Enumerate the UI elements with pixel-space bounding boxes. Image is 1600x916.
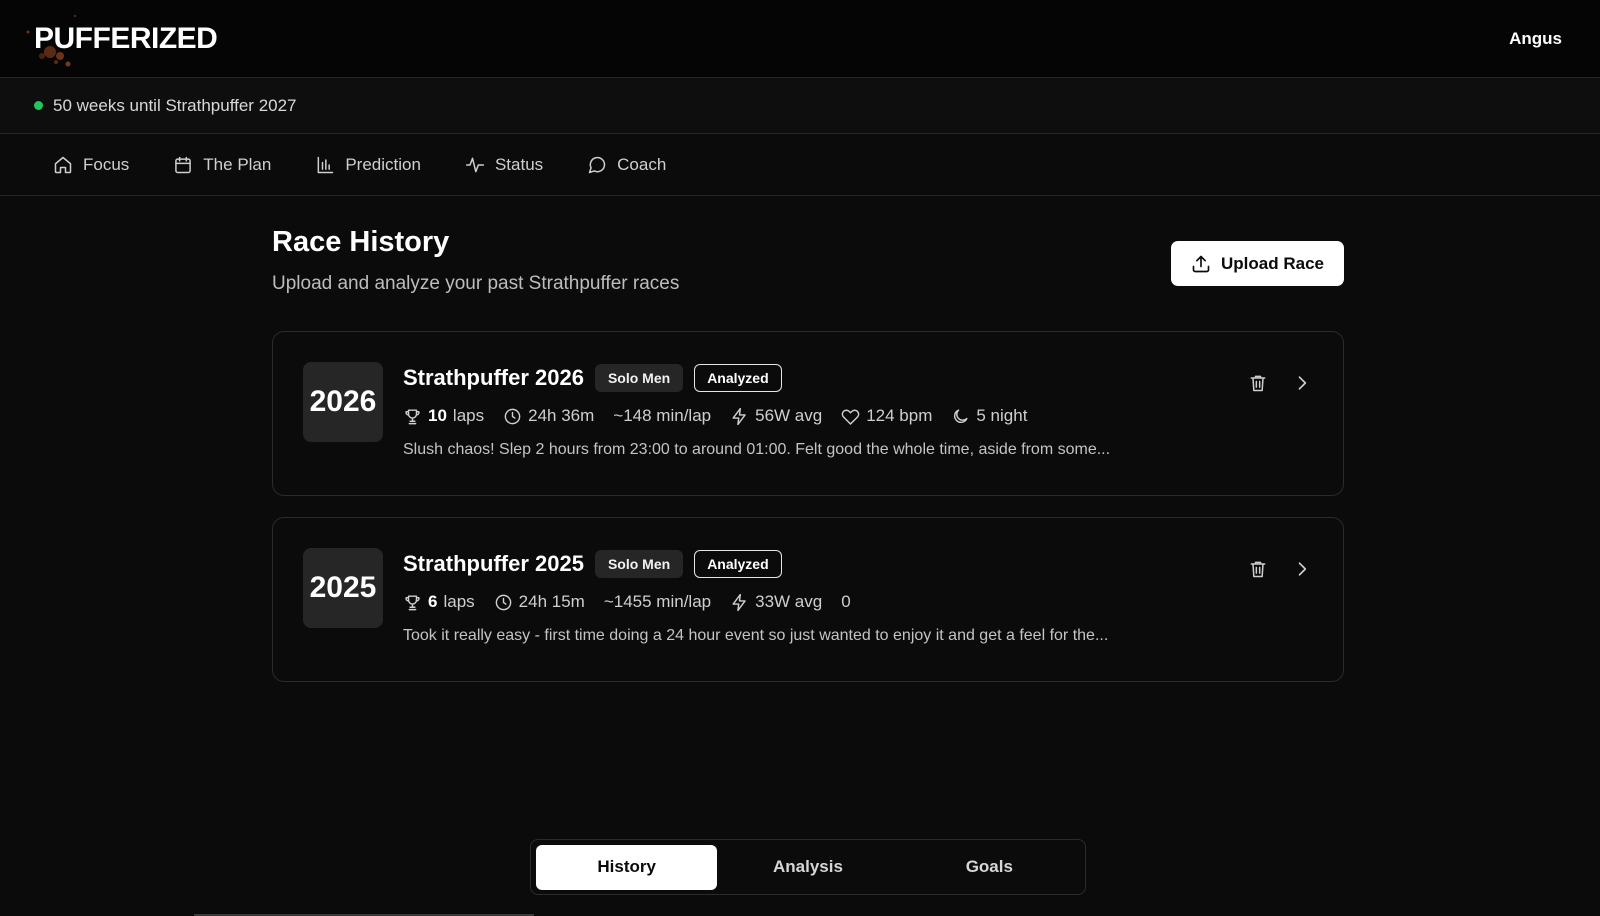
duration-value: 24h 15m bbox=[518, 592, 585, 611]
power-value: 56W avg bbox=[755, 406, 823, 425]
race-title: Strathpuffer 2025 bbox=[403, 551, 584, 576]
trash-icon bbox=[1250, 375, 1266, 392]
card-actions bbox=[1247, 372, 1313, 394]
extra-value: 0 bbox=[841, 592, 851, 611]
delete-button[interactable] bbox=[1247, 558, 1269, 580]
category-badge: Solo Men bbox=[594, 550, 684, 578]
stat-pace: ~148 min/lap bbox=[613, 406, 711, 426]
moon-icon bbox=[954, 408, 968, 423]
pace-value: ~148 min/lap bbox=[613, 406, 712, 425]
laps-value: 10 bbox=[428, 406, 447, 425]
race-info: Strathpuffer 2025 Solo Men Analyzed 6 la… bbox=[403, 550, 1223, 645]
clock-icon bbox=[504, 408, 521, 424]
status-badge: Analyzed bbox=[694, 550, 782, 578]
open-race-button[interactable] bbox=[1291, 558, 1313, 580]
stat-duration: 24h 36m bbox=[503, 406, 594, 426]
stat-extra: 0 bbox=[841, 592, 850, 612]
logo-text: PUFFERIZED bbox=[34, 21, 218, 55]
race-card-2025[interactable]: 2025 Strathpuffer 2025 Solo Men Analyzed… bbox=[272, 517, 1344, 682]
activity-icon bbox=[465, 157, 485, 172]
status-dot bbox=[34, 101, 43, 110]
delete-button[interactable] bbox=[1247, 372, 1269, 394]
laps-value: 6 bbox=[428, 592, 438, 611]
race-title: Strathpuffer 2026 bbox=[403, 365, 584, 390]
stat-night: 5 night bbox=[951, 406, 1027, 426]
calendar-icon bbox=[175, 156, 192, 173]
countdown-bar: 50 weeks until Strathpuffer 2027 bbox=[0, 78, 1600, 134]
clock-icon bbox=[495, 594, 511, 610]
race-stats: 6 laps 24h 15m ~1455 min/lap 33W avg 0 bbox=[403, 592, 1223, 612]
race-notes: Slush chaos! Slep 2 hours from 23:00 to … bbox=[403, 441, 1111, 458]
nav-label-status: Status bbox=[494, 154, 544, 174]
laps-unit: laps bbox=[452, 406, 485, 425]
upload-icon bbox=[1192, 255, 1210, 272]
stat-pace: ~1455 min/lap bbox=[604, 592, 711, 612]
page-header: Race History Upload and analyze your pas… bbox=[272, 226, 1344, 295]
race-info: Strathpuffer 2026 Solo Men Analyzed 10 l… bbox=[403, 364, 1223, 459]
open-race-button[interactable] bbox=[1291, 372, 1313, 394]
trophy-icon bbox=[405, 594, 420, 610]
logo[interactable]: PUFFERIZED bbox=[26, 14, 218, 66]
category-badge: Solo Men bbox=[594, 364, 684, 392]
main-nav: Focus The Plan Prediction Status Coach bbox=[0, 134, 1600, 196]
nav-label-the-plan: The Plan bbox=[203, 154, 272, 174]
power-value: 33W avg bbox=[755, 592, 823, 611]
zap-icon bbox=[732, 407, 746, 425]
bottom-tab-bar: History Analysis Goals bbox=[530, 839, 1086, 895]
message-circle-icon bbox=[588, 156, 606, 173]
pace-value: ~1455 min/lap bbox=[603, 592, 712, 611]
nav-label-prediction: Prediction bbox=[345, 154, 421, 174]
stat-heart-rate: 124 bpm bbox=[841, 406, 932, 426]
nav-item-prediction[interactable]: Prediction bbox=[315, 155, 421, 175]
heart-icon bbox=[841, 409, 860, 425]
nav-item-focus[interactable]: Focus bbox=[53, 155, 129, 175]
tab-goals[interactable]: Goals bbox=[899, 845, 1080, 890]
nav-label-coach: Coach bbox=[617, 154, 667, 174]
status-badge: Analyzed bbox=[694, 364, 782, 392]
chevron-right-icon bbox=[1298, 376, 1307, 390]
nav-label-focus: Focus bbox=[83, 154, 130, 174]
race-year-box: 2026 bbox=[303, 362, 383, 442]
user-name[interactable]: Angus bbox=[1509, 29, 1562, 49]
upload-race-label: Upload Race bbox=[1221, 253, 1324, 273]
stat-duration: 24h 15m bbox=[494, 592, 585, 612]
heart-rate-value: 124 bpm bbox=[866, 406, 933, 425]
laps-unit: laps bbox=[443, 592, 475, 611]
tab-analysis[interactable]: Analysis bbox=[717, 845, 898, 890]
night-value: 5 night bbox=[976, 406, 1028, 425]
zap-icon bbox=[732, 593, 746, 611]
duration-value: 24h 36m bbox=[528, 406, 595, 425]
stat-laps: 6 laps bbox=[403, 592, 475, 612]
countdown-text: 50 weeks until Strathpuffer 2027 bbox=[53, 95, 297, 115]
stat-power: 56W avg bbox=[730, 406, 822, 426]
race-title-row: Strathpuffer 2026 Solo Men Analyzed bbox=[403, 364, 1223, 392]
home-icon bbox=[54, 156, 72, 173]
race-stats: 10 laps 24h 36m ~148 min/lap 56W avg 124… bbox=[403, 406, 1223, 426]
race-notes: Took it really easy - first time doing a… bbox=[403, 627, 1109, 644]
top-header: PUFFERIZED Angus bbox=[0, 0, 1600, 78]
stat-power: 33W avg bbox=[730, 592, 822, 612]
race-card-2026[interactable]: 2026 Strathpuffer 2026 Solo Men Analyzed… bbox=[272, 331, 1344, 496]
nav-item-the-plan[interactable]: The Plan bbox=[173, 155, 271, 175]
nav-item-coach[interactable]: Coach bbox=[587, 155, 666, 175]
stat-laps: 10 laps bbox=[403, 406, 484, 426]
race-title-row: Strathpuffer 2025 Solo Men Analyzed bbox=[403, 550, 1223, 578]
upload-race-button[interactable]: Upload Race bbox=[1171, 241, 1344, 286]
chevron-right-icon bbox=[1298, 562, 1307, 576]
nav-item-status[interactable]: Status bbox=[465, 155, 543, 175]
race-year-box: 2025 bbox=[303, 548, 383, 628]
trophy-icon bbox=[405, 408, 420, 424]
bar-chart-icon bbox=[317, 156, 334, 173]
trash-icon bbox=[1250, 561, 1266, 578]
tab-history[interactable]: History bbox=[536, 844, 718, 890]
card-actions bbox=[1247, 558, 1313, 580]
